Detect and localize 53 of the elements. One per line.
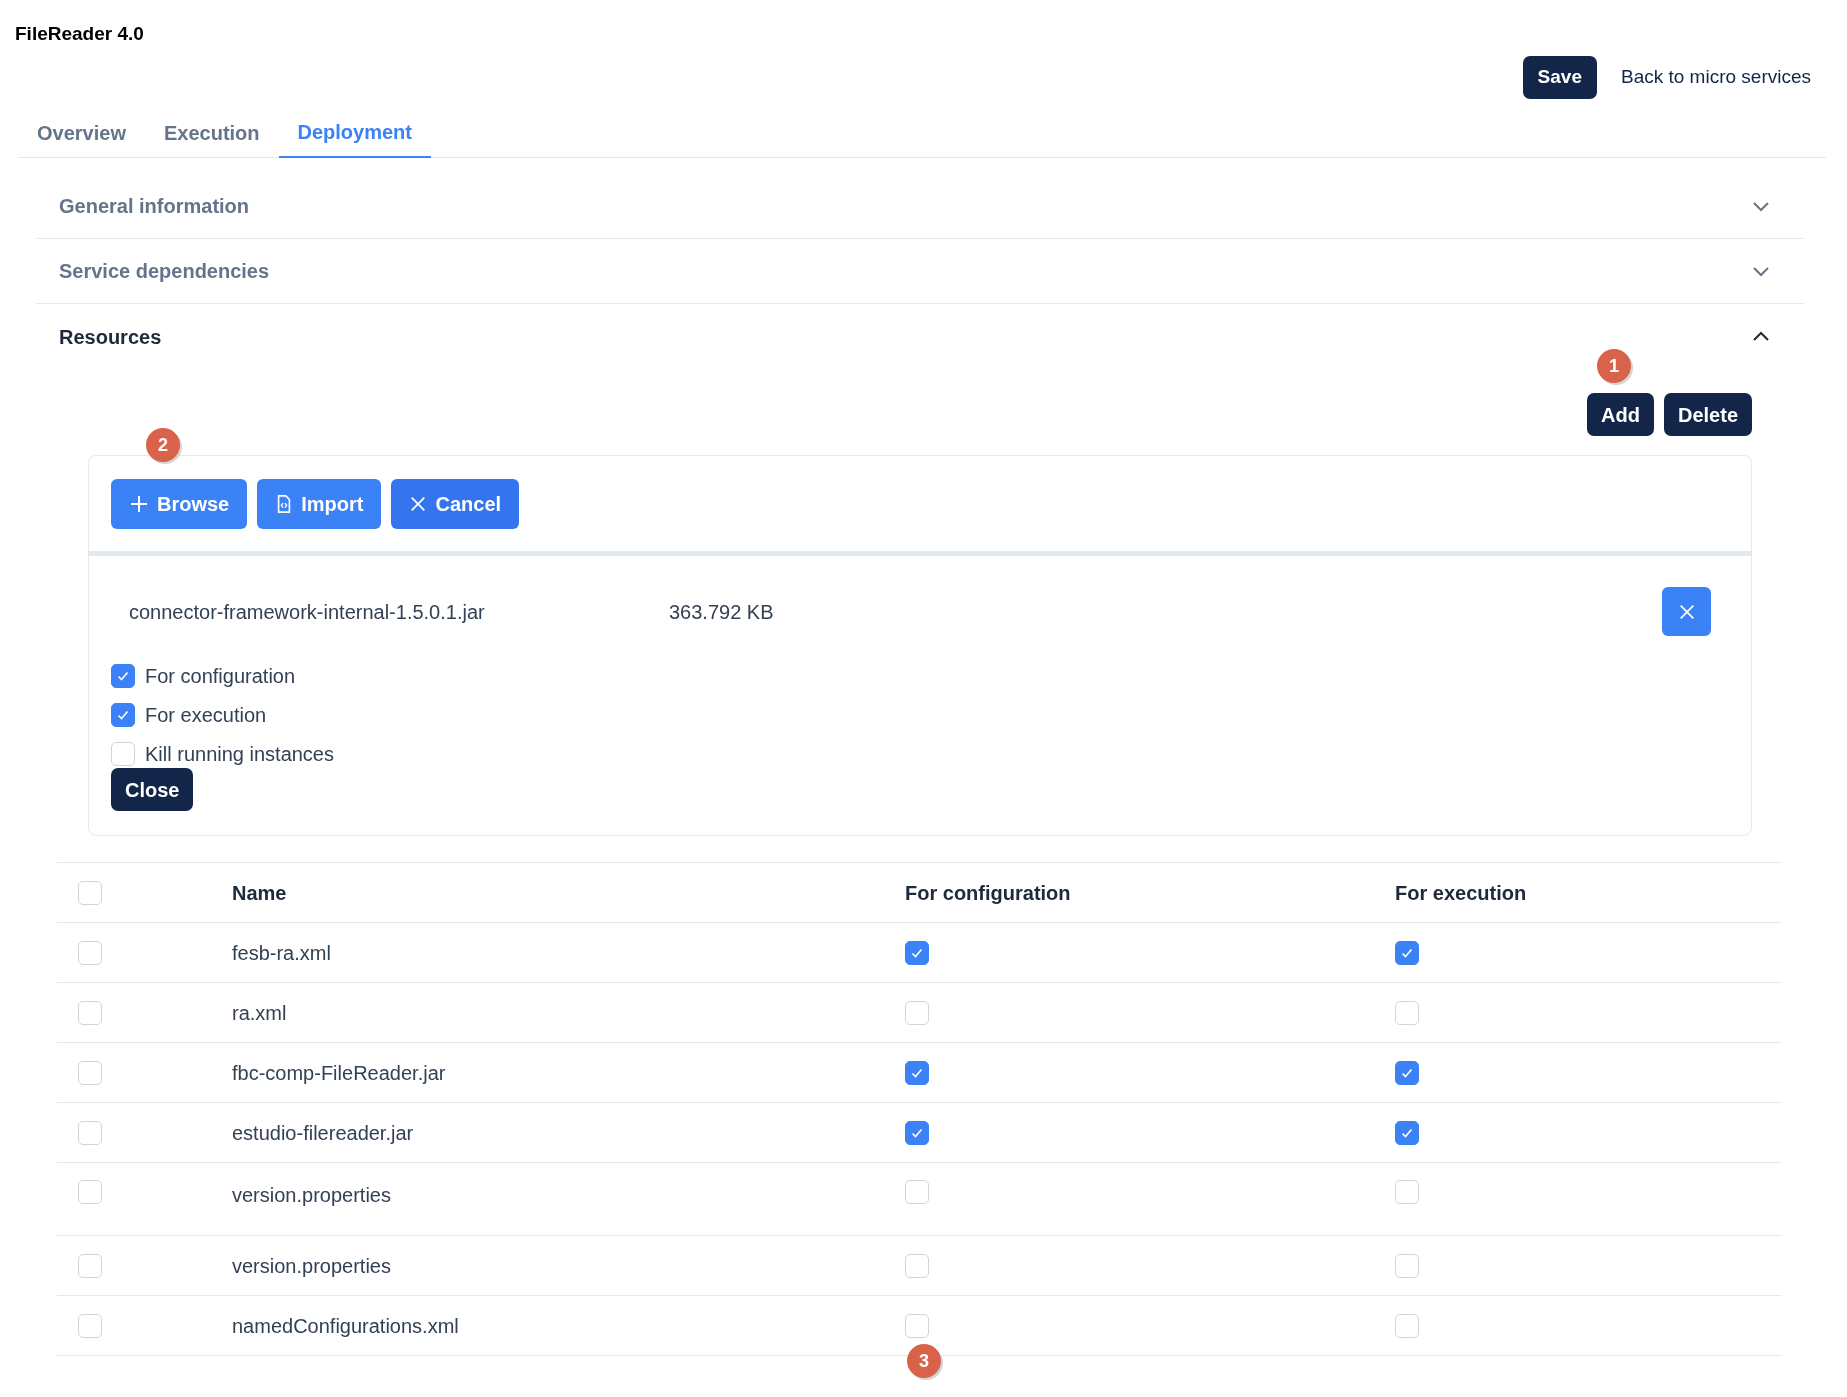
checkbox[interactable] bbox=[1395, 940, 1419, 965]
file-name-cell: fesb-ra.xml bbox=[232, 941, 331, 964]
file-name-cell: namedConfigurations.xml bbox=[232, 1314, 459, 1337]
row-checkbox[interactable] bbox=[78, 1180, 102, 1204]
file-name-cell: version.properties bbox=[232, 1254, 391, 1277]
tab[interactable]: Overview bbox=[18, 108, 145, 158]
close-button[interactable]: Close bbox=[111, 768, 194, 811]
annotation-badge: 3 bbox=[907, 1344, 941, 1378]
checkbox[interactable] bbox=[111, 703, 135, 727]
file-size: 363.792 KB bbox=[669, 599, 774, 625]
add-button[interactable]: Add bbox=[1587, 393, 1654, 436]
checkbox-label: For configuration bbox=[145, 664, 296, 689]
back-link[interactable]: Back to micro services bbox=[1620, 63, 1811, 92]
checkbox[interactable] bbox=[111, 664, 135, 688]
remove-file-button[interactable] bbox=[1662, 587, 1711, 636]
row-checkbox[interactable] bbox=[78, 1313, 102, 1338]
checkbox[interactable] bbox=[905, 1060, 929, 1085]
browse-button[interactable]: Browse bbox=[111, 479, 248, 529]
close-icon bbox=[409, 495, 428, 513]
annotation-badge: 1 bbox=[1597, 349, 1631, 383]
checkbox[interactable] bbox=[905, 940, 929, 965]
section-title[interactable]: Resources bbox=[59, 321, 162, 352]
file-name: connector-framework-internal-1.5.0.1.jar bbox=[129, 599, 486, 625]
column-header: For configuration bbox=[905, 881, 1071, 904]
tab[interactable]: Execution bbox=[144, 108, 279, 158]
checkbox-label: Kill running instances bbox=[145, 742, 334, 767]
plus-icon bbox=[129, 494, 149, 514]
column-header: Name bbox=[232, 881, 287, 904]
tab[interactable]: Deployment bbox=[278, 108, 431, 158]
checkbox[interactable] bbox=[1395, 1120, 1419, 1145]
row-checkbox[interactable] bbox=[78, 1060, 102, 1085]
section-title[interactable]: General information bbox=[59, 191, 250, 221]
section-title[interactable]: Service dependencies bbox=[59, 256, 270, 286]
file-name-cell: ra.xml bbox=[232, 1001, 287, 1024]
row-checkbox[interactable] bbox=[78, 940, 102, 965]
row-checkbox[interactable] bbox=[78, 1253, 102, 1278]
import-button[interactable]: Import bbox=[257, 479, 382, 529]
file-name-cell: fbc-comp-FileReader.jar bbox=[232, 1061, 446, 1084]
file-name-cell: version.properties bbox=[232, 1184, 391, 1206]
checkbox[interactable] bbox=[905, 1120, 929, 1145]
close-icon bbox=[1677, 602, 1696, 621]
app-title: FileReader 4.0 bbox=[15, 22, 144, 46]
annotation-badge: 2 bbox=[146, 428, 180, 462]
checkbox-label: For execution bbox=[145, 703, 267, 728]
row-checkbox[interactable] bbox=[78, 1000, 102, 1025]
row-checkbox[interactable] bbox=[78, 1120, 102, 1145]
column-header: For execution bbox=[1395, 881, 1527, 904]
checkbox[interactable] bbox=[1395, 1060, 1419, 1085]
cancel-button[interactable]: Cancel bbox=[391, 479, 520, 529]
file-name-cell: estudio-filereader.jar bbox=[232, 1121, 414, 1144]
save-button[interactable]: Save bbox=[1522, 56, 1597, 99]
select-all-checkbox[interactable] bbox=[78, 880, 102, 905]
delete-button[interactable]: Delete bbox=[1663, 393, 1752, 436]
